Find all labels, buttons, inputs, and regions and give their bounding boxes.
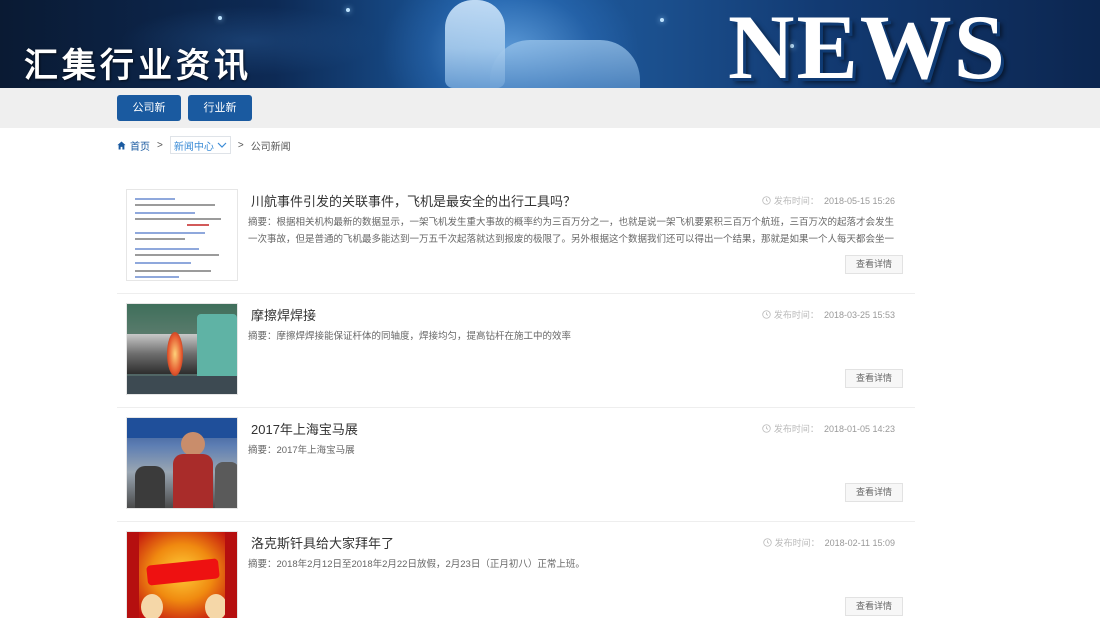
view-details-button[interactable]: 查看详情 (845, 369, 903, 388)
view-details-button[interactable]: 查看详情 (845, 255, 903, 274)
date-value: 2018-02-11 15:09 (824, 537, 895, 548)
date-label: 发布时间： (773, 310, 819, 320)
date-value: 2018-05-15 15:26 (823, 195, 895, 206)
news-title[interactable]: 摩擦焊焊接 (251, 305, 316, 324)
header-banner: 汇集行业资讯 NEWS (0, 0, 1100, 88)
news-thumbnail[interactable] (126, 189, 238, 281)
hand-graphic-palm (490, 40, 640, 88)
breadcrumb-separator: > (157, 139, 163, 151)
news-date: 发布时间： 2018-05-15 15:26 (762, 194, 895, 207)
news-title[interactable]: 2017年上海宝马展 (251, 419, 358, 438)
breadcrumb-section-label: 新闻中心 (173, 141, 214, 153)
date-label: 发布时间： (774, 538, 820, 548)
clock-icon (762, 310, 771, 319)
news-summary: 摘要：根据相关机构最新的数据显示，一架飞机发生重大事故的概率约为三百万分之一，也… (248, 217, 895, 245)
breadcrumb-separator: > (237, 139, 244, 151)
news-thumbnail[interactable] (126, 417, 238, 509)
news-date: 发布时间： 2018-03-25 15:53 (762, 308, 895, 321)
news-date: 发布时间： 2018-01-05 14:23 (762, 422, 895, 435)
breadcrumb-current: 公司新闻 (250, 141, 291, 153)
news-summary: 摘要：2017年上海宝马展 (248, 445, 355, 456)
breadcrumb: 首页 > 新闻中心 > 公司新闻 (117, 136, 291, 154)
view-details-button[interactable]: 查看详情 (845, 483, 903, 502)
map-light-dot (346, 8, 350, 12)
news-summary: 摘要：摩擦焊焊接能保证杆体的同轴度，焊接均匀，提高钻杆在施工中的效率 (248, 331, 572, 342)
breadcrumb-home-link[interactable]: 首页 (130, 138, 150, 153)
date-value: 2018-01-05 14:23 (823, 423, 895, 434)
view-details-button[interactable]: 查看详情 (845, 597, 903, 616)
chevron-down-icon (217, 142, 227, 148)
date-label: 发布时间： (773, 196, 819, 206)
news-item: 洛克斯钎具给大家拜年了 发布时间： 2018-02-11 15:09 摘要：20… (117, 522, 915, 618)
news-title[interactable]: 川航事件引发的关联事件，飞机是最安全的出行工具吗？ (251, 191, 576, 210)
home-icon (117, 140, 126, 150)
clock-icon (762, 424, 771, 433)
map-light-dot (660, 18, 664, 22)
map-light-dot (218, 16, 222, 20)
nav-button-industry-news[interactable]: 行业新闻 (188, 95, 252, 140)
hand-graphic-finger (445, 0, 505, 88)
news-list: 川航事件引发的关联事件，飞机是最安全的出行工具吗？ 发布时间： 2018-05-… (117, 180, 915, 618)
date-label: 发布时间： (773, 424, 819, 434)
date-value: 2018-03-25 15:53 (823, 309, 895, 320)
clock-icon (762, 196, 771, 205)
breadcrumb-section-dropdown[interactable]: 新闻中心 (169, 136, 231, 154)
news-summary: 摘要：2018年2月12日至2018年2月22日放假，2月23日（正月初八）正常… (248, 559, 585, 570)
news-thumbnail[interactable] (126, 531, 238, 618)
news-item: 2017年上海宝马展 发布时间： 2018-01-05 14:23 摘要：201… (117, 408, 915, 522)
banner-title: 汇集行业资讯 (24, 46, 252, 86)
news-item: 川航事件引发的关联事件，飞机是最安全的出行工具吗？ 发布时间： 2018-05-… (117, 180, 915, 294)
news-date: 发布时间： 2018-02-11 15:09 (762, 536, 895, 549)
banner-news-word: NEWS (728, 0, 1007, 88)
clock-icon (762, 538, 772, 547)
category-nav: 公司新闻 行业新闻 (0, 88, 1100, 140)
news-thumbnail[interactable] (126, 303, 238, 395)
news-item: 摩擦焊焊接 发布时间： 2018-03-25 15:53 摘要：摩擦焊焊接能保证… (117, 294, 915, 408)
news-title[interactable]: 洛克斯钎具给大家拜年了 (251, 533, 394, 552)
nav-button-company-news[interactable]: 公司新闻 (117, 95, 181, 140)
